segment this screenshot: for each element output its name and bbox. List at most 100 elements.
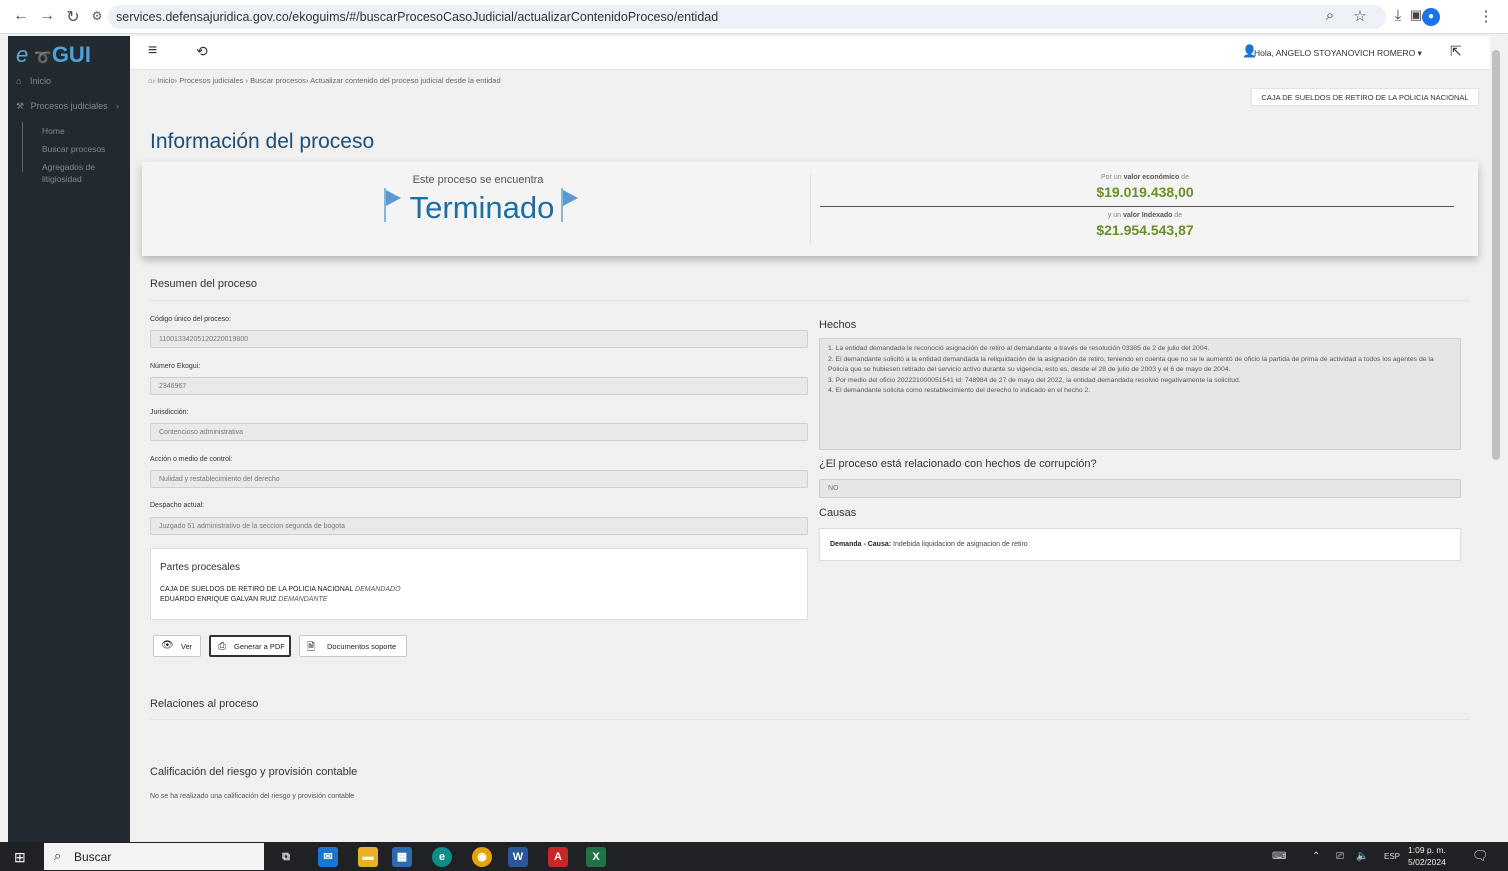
- section-divider: [150, 719, 1470, 720]
- notifications-icon[interactable]: 🗨: [1472, 848, 1489, 864]
- page-scrollbar[interactable]: [1490, 36, 1502, 842]
- status-label: Este proceso se encuentra: [412, 174, 544, 186]
- indexed-value-amount: $21.954.543,87: [1096, 222, 1194, 238]
- chevron-right-icon: ›: [116, 101, 120, 111]
- history-icon[interactable]: ⟲: [196, 43, 208, 60]
- breadcrumb: ⌂› Inicio› Procesos judiciales › Buscar …: [148, 76, 501, 85]
- zoom-icon[interactable]: ⌕: [1320, 7, 1340, 24]
- flag-icon: [561, 188, 579, 222]
- corrupcion-question: ¿El proceso está relacionado con hechos …: [819, 458, 1097, 470]
- card-divider: [810, 174, 811, 244]
- partes-heading: Partes procesales: [160, 562, 241, 573]
- documentos-soporte-button[interactable]: 🗎 Documentos soporte: [299, 635, 407, 657]
- site-settings-icon[interactable]: ⚙: [86, 9, 108, 23]
- economic-value-amount: $19.019.438,00: [1096, 184, 1194, 200]
- despacho-field[interactable]: Juzgado 51 administrativo de la seccion …: [150, 517, 808, 535]
- tray-chevron-up-icon[interactable]: ⌃: [1312, 851, 1320, 862]
- home-icon: ⌂: [16, 76, 22, 86]
- corrupcion-field[interactable]: NO: [819, 479, 1461, 498]
- eye-icon: 👁: [161, 640, 174, 651]
- language-indicator[interactable]: ESP: [1384, 852, 1400, 861]
- sidebar-item-inicio[interactable]: ⌂ Inicio: [16, 76, 51, 86]
- section-divider: [150, 300, 1470, 301]
- accion-field[interactable]: Nulidad y restablecimiento del derecho: [150, 470, 808, 488]
- document-icon: 🗎: [307, 642, 316, 653]
- submenu-line: [22, 122, 23, 172]
- parte-item: EDUARDO ENRIQUE GALVAN RUIZ DEMANDANTE: [160, 596, 328, 603]
- calificacion-note: No se ha realizado una calificación del …: [150, 793, 355, 800]
- calificacion-heading: Calificación del riesgo y provisión cont…: [150, 766, 358, 778]
- taskbar-search[interactable]: ⌕ Buscar: [44, 843, 264, 870]
- entity-tab[interactable]: CAJA DE SUELDOS DE RETIRO DE LA POLICIA …: [1251, 88, 1479, 106]
- windows-start-icon[interactable]: ⊞: [14, 849, 26, 866]
- profile-avatar-icon[interactable]: ●: [1422, 8, 1440, 26]
- hecho-line: 4. El demandante solicita como restablec…: [828, 387, 1091, 394]
- caret-down-icon: ▾: [1417, 48, 1422, 58]
- sidebar-subitem-home[interactable]: Home: [42, 125, 65, 137]
- value-separator: [820, 206, 1454, 207]
- resumen-heading: Resumen del proceso: [150, 278, 258, 290]
- hecho-line: 1. La entidad demandada le reconoció asi…: [828, 345, 1210, 352]
- task-view-icon[interactable]: ⧉: [276, 847, 296, 867]
- edge-browser-icon[interactable]: e: [432, 847, 452, 867]
- hechos-heading: Hechos: [819, 319, 857, 331]
- mail-app-icon[interactable]: ✉: [318, 847, 338, 867]
- partes-procesales-box: Partes procesales CAJA DE SUELDOS DE RET…: [150, 548, 808, 620]
- sidebar-subitem-buscar-procesos[interactable]: Buscar procesos: [42, 143, 105, 155]
- forward-icon[interactable]: →: [36, 7, 58, 25]
- scrollbar-thumb[interactable]: [1492, 50, 1500, 460]
- keyboard-icon[interactable]: ⌨: [1272, 851, 1286, 862]
- hamburger-menu-icon[interactable]: ≡: [148, 42, 157, 60]
- field-label-jurisdiccion: Jurisdicción:: [150, 409, 189, 416]
- parte-item: CAJA DE SUELDOS DE RETIRO DE LA POLICIA …: [160, 586, 401, 593]
- gavel-icon: ⚒: [16, 101, 25, 111]
- browser-toolbar: ← → ↻ ⚙ services.defensajuridica.gov.co/…: [0, 0, 1508, 34]
- page-title: Información del proceso: [150, 130, 375, 153]
- bookmark-star-icon[interactable]: ☆: [1350, 7, 1370, 25]
- external-link-icon[interactable]: ⇱: [1450, 43, 1462, 60]
- volume-icon[interactable]: 🔈: [1356, 851, 1368, 862]
- hecho-line: 2. El demandante solicitó a la entidad d…: [828, 355, 1434, 374]
- causas-box: Demanda - Causa: Indebida liquidacion de…: [819, 528, 1461, 561]
- jurisdiccion-field[interactable]: Contencioso administrativa: [150, 423, 808, 441]
- back-icon[interactable]: ←: [10, 7, 32, 25]
- reload-icon[interactable]: ↻: [62, 7, 84, 27]
- relaciones-heading: Relaciones al proceso: [150, 698, 259, 710]
- word-app-icon[interactable]: W: [508, 847, 528, 867]
- hecho-line: 3. Por medio del oficio 202221000051541 …: [828, 376, 1241, 384]
- sidebar: e ➰GUI ⌂ Inicio ⚒ Procesos judiciales › …: [8, 36, 130, 842]
- search-icon: ⌕: [54, 848, 62, 863]
- pdf-icon: ⎙: [218, 641, 226, 652]
- address-bar[interactable]: services.defensajuridica.gov.co/ekoguims…: [108, 5, 1386, 29]
- indexed-value-label: y un valor Indexado de: [1107, 212, 1183, 219]
- user-menu[interactable]: Hola, ANGELO STOYANOVICH ROMERO ▾: [1254, 48, 1422, 59]
- numero-ekogui-field[interactable]: 2346967: [150, 377, 808, 395]
- sidebar-subitem-agregados[interactable]: Agregados de litigiosidad: [42, 161, 122, 185]
- status-card: Este proceso se encuentra Terminado Por …: [142, 162, 1478, 256]
- generar-pdf-button[interactable]: ⎙ Generar a PDF: [209, 635, 291, 657]
- field-label-accion: Acción o medio de control:: [150, 456, 233, 463]
- store-app-icon[interactable]: ▦: [392, 847, 412, 867]
- url-text[interactable]: services.defensajuridica.gov.co/ekoguims…: [116, 10, 718, 24]
- ver-button[interactable]: 👁 Ver: [153, 635, 201, 657]
- codigo-unico-field[interactable]: 11001334205120220019800: [150, 330, 808, 348]
- field-label-ekogui: Número Ekogui:: [150, 363, 201, 370]
- excel-app-icon[interactable]: X: [586, 847, 606, 867]
- taskbar-clock[interactable]: 1:09 p. m. 5/02/2024: [1408, 844, 1446, 868]
- acrobat-app-icon[interactable]: A: [548, 847, 568, 867]
- causas-heading: Causas: [819, 507, 857, 519]
- field-label-despacho: Despacho actual:: [150, 502, 205, 509]
- app-header: ≡ ⟲ 👤 Hola, ANGELO STOYANOVICH ROMERO ▾ …: [130, 36, 1490, 70]
- field-label-codigo: Código único del proceso:: [150, 316, 231, 323]
- sidebar-item-procesos-judiciales[interactable]: ⚒ Procesos judiciales ›: [16, 101, 119, 112]
- download-icon[interactable]: ⤓: [1388, 7, 1408, 24]
- windows-taskbar: ⊞ ⌕ Buscar ⧉ ✉ ▬ ▦ e ◉ W A X ⌨ ⌃ ⎚ 🔈 ESP…: [0, 842, 1508, 871]
- logo-swirl-icon: ➰: [34, 49, 52, 65]
- economic-value-label: Por un valor económico de: [1101, 174, 1189, 181]
- hechos-textarea[interactable]: 1. La entidad demandada le reconoció asi…: [819, 338, 1461, 450]
- network-icon[interactable]: ⎚: [1336, 851, 1344, 862]
- browser-menu-icon[interactable]: ⋮: [1476, 7, 1496, 25]
- file-explorer-icon[interactable]: ▬: [358, 847, 378, 867]
- chrome-browser-icon[interactable]: ◉: [472, 847, 492, 867]
- ekogui-logo[interactable]: e ➰GUI: [16, 42, 91, 68]
